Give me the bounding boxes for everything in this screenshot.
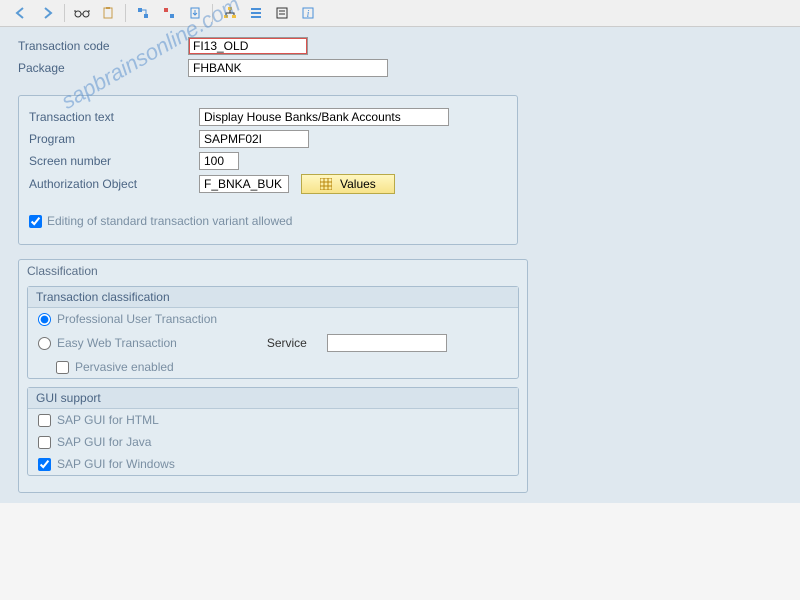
export-icon[interactable] [184, 2, 206, 24]
program-label: Program [29, 132, 199, 146]
hierarchy-icon[interactable] [219, 2, 241, 24]
content-area: sapbrainsonline.com Transaction code Pac… [0, 27, 800, 503]
pervasive-checkbox[interactable] [56, 361, 69, 374]
gui-title: GUI support [28, 388, 518, 409]
gui-html-label: SAP GUI for HTML [57, 413, 159, 427]
grid-icon [320, 178, 332, 190]
back-arrow-icon[interactable] [10, 2, 32, 24]
separator [64, 4, 65, 22]
gui-win-checkbox[interactable] [38, 458, 51, 471]
tcode-input[interactable] [188, 37, 308, 55]
service-label: Service [267, 336, 307, 350]
gui-support-group: GUI support SAP GUI for HTML SAP GUI for… [27, 387, 519, 476]
forward-arrow-icon[interactable] [36, 2, 58, 24]
ttext-input[interactable] [199, 108, 449, 126]
auth-label: Authorization Object [29, 177, 199, 191]
service-input[interactable] [327, 334, 447, 352]
edit-variant-checkbox[interactable] [29, 215, 42, 228]
tcode-label: Transaction code [18, 39, 188, 53]
program-input[interactable] [199, 130, 309, 148]
pervasive-label: Pervasive enabled [75, 360, 174, 374]
classification-title: Classification [19, 260, 527, 282]
info-icon[interactable]: i [297, 2, 319, 24]
gui-win-label: SAP GUI for Windows [57, 457, 175, 471]
auth-input[interactable] [199, 175, 289, 193]
structure-icon[interactable] [132, 2, 154, 24]
prof-radio[interactable] [38, 313, 51, 326]
clipboard-icon[interactable] [97, 2, 119, 24]
detail-panel: Transaction text Program Screen number A… [18, 95, 518, 245]
ttext-label: Transaction text [29, 110, 199, 124]
svg-text:i: i [307, 9, 310, 20]
separator [125, 4, 126, 22]
package-input[interactable] [188, 59, 388, 77]
gui-java-label: SAP GUI for Java [57, 435, 151, 449]
properties-icon[interactable] [271, 2, 293, 24]
prof-label: Professional User Transaction [57, 312, 217, 326]
edit-variant-label: Editing of standard transaction variant … [47, 214, 292, 228]
transaction-classification-group: Transaction classification Professional … [27, 286, 519, 379]
values-button-label: Values [340, 177, 376, 191]
gui-java-checkbox[interactable] [38, 436, 51, 449]
easy-label: Easy Web Transaction [57, 336, 177, 350]
package-label: Package [18, 61, 188, 75]
separator [212, 4, 213, 22]
screen-label: Screen number [29, 154, 199, 168]
align-icon[interactable] [245, 2, 267, 24]
screen-input[interactable] [199, 152, 239, 170]
easy-radio[interactable] [38, 337, 51, 350]
tc-title: Transaction classification [28, 287, 518, 308]
glasses-icon[interactable] [71, 2, 93, 24]
classification-group: Classification Transaction classificatio… [18, 259, 528, 493]
gui-html-checkbox[interactable] [38, 414, 51, 427]
toolbar: i [0, 0, 800, 27]
values-button[interactable]: Values [301, 174, 395, 194]
wrench-icon[interactable] [158, 2, 180, 24]
